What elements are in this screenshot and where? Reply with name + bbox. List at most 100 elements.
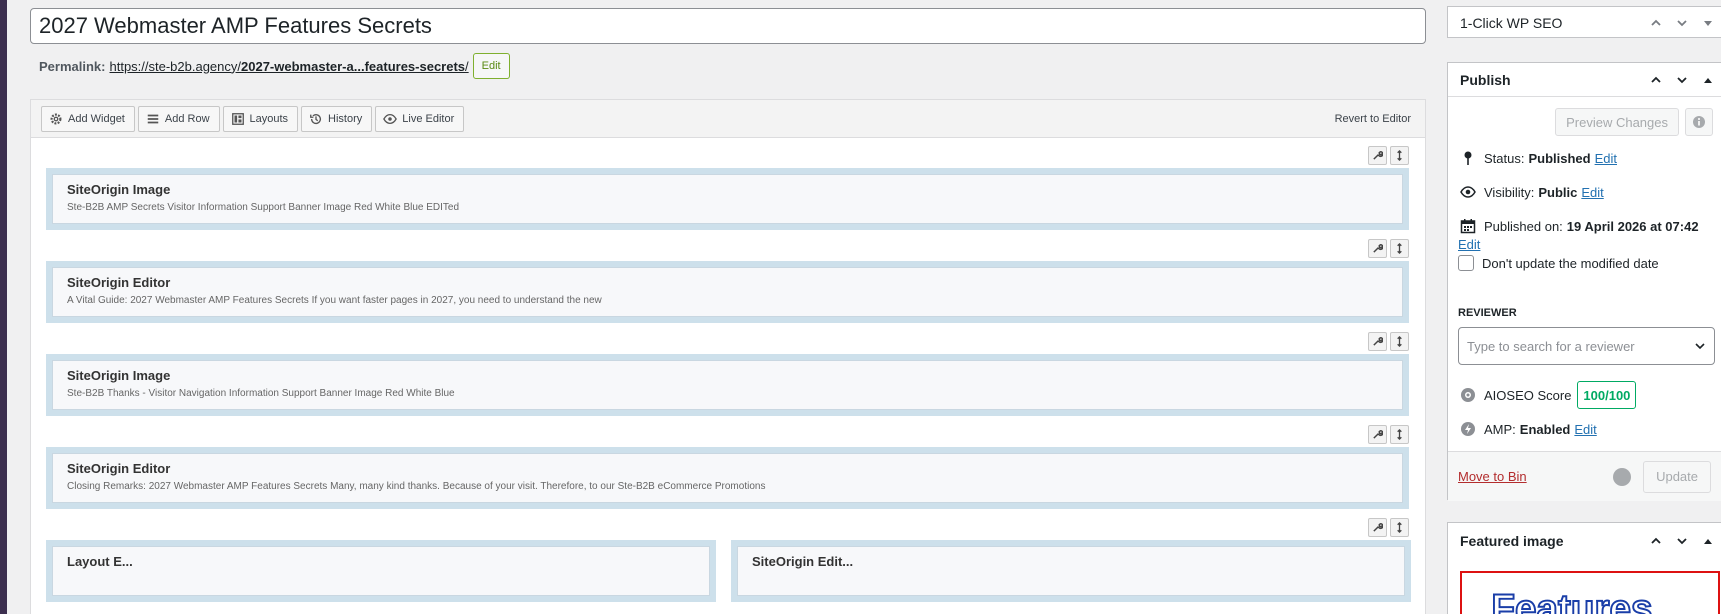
wrench-icon — [1373, 151, 1383, 160]
row-move-button[interactable] — [1390, 518, 1409, 537]
menu-lines-icon — [147, 114, 159, 123]
publish-panel-header: Publish — [1448, 63, 1721, 97]
row-toolbar — [1368, 146, 1409, 165]
toggle-panel-button[interactable] — [1695, 67, 1721, 93]
layout-grid-icon — [231, 112, 244, 125]
move-up-button[interactable] — [1643, 10, 1669, 36]
permalink-slug: 2027-webmaster-a...features-secrets — [241, 58, 466, 74]
aioseo-score-row: AIOSEO Score 100/100 — [1458, 381, 1637, 409]
move-icon — [1397, 243, 1402, 254]
widget-description: Closing Remarks: 2027 Webmaster AMP Feat… — [67, 481, 766, 492]
permalink-edit-button[interactable]: Edit — [472, 53, 510, 79]
row-toolbar — [1368, 425, 1409, 444]
visibility-value: Public — [1538, 184, 1578, 200]
post-title-field[interactable] — [30, 8, 1426, 44]
info-icon — [1693, 116, 1705, 128]
builder-row: SiteOrigin Editor A Vital Guide: 2027 We… — [46, 261, 1409, 323]
move-up-button[interactable] — [1643, 67, 1669, 93]
caret-up-icon — [1704, 77, 1712, 83]
widget-card[interactable]: SiteOrigin Image Ste-B2B Thanks - Visito… — [52, 360, 1403, 410]
history-button[interactable]: History — [301, 105, 373, 132]
reviewer-select[interactable]: Type to search for a reviewer — [1458, 327, 1715, 365]
move-down-button[interactable] — [1669, 528, 1695, 554]
layouts-button[interactable]: Layouts — [222, 105, 299, 132]
builder-row-column: Layout E... — [46, 540, 716, 602]
status-edit-link[interactable]: Edit — [1595, 151, 1617, 166]
eye-icon — [383, 113, 398, 124]
widget-title: SiteOrigin Editor — [67, 275, 171, 290]
permalink-link[interactable]: https://ste-b2b.agency/2027-webmaster-a.… — [109, 59, 468, 74]
row-edit-button[interactable] — [1368, 425, 1387, 444]
permalink-trailing: / — [465, 58, 469, 74]
widget-card[interactable]: SiteOrigin Edit... — [737, 546, 1405, 596]
row-edit-button[interactable] — [1368, 518, 1387, 537]
move-down-button[interactable] — [1669, 10, 1695, 36]
move-icon — [1397, 429, 1402, 440]
amp-bolt-icon — [1461, 422, 1475, 436]
reviewer-placeholder: Type to search for a reviewer — [1467, 338, 1635, 354]
add-widget-button[interactable]: Add Widget — [41, 105, 135, 132]
widget-title: SiteOrigin Image — [67, 368, 171, 383]
row-toolbar — [1368, 518, 1409, 537]
preview-changes-button[interactable]: Preview Changes — [1555, 108, 1679, 136]
wrench-icon — [1373, 337, 1383, 346]
row-move-button[interactable] — [1390, 332, 1409, 351]
dont-update-label: Don't update the modified date — [1482, 255, 1659, 271]
pin-icon — [1464, 151, 1472, 165]
toggle-panel-button[interactable] — [1695, 10, 1721, 36]
featured-image-thumbnail[interactable]: Features — [1460, 571, 1720, 614]
update-button[interactable]: Update — [1643, 460, 1711, 493]
move-icon — [1397, 150, 1402, 161]
row-toolbar — [1368, 332, 1409, 351]
publish-panel: Publish Preview Changes Status: Publishe… — [1447, 62, 1721, 501]
row-move-button[interactable] — [1390, 239, 1409, 258]
permalink-label: Permalink: — [39, 58, 106, 74]
dont-update-checkbox[interactable] — [1458, 255, 1474, 271]
status-row: Status: Published Edit — [1458, 150, 1617, 166]
permalink-row: Permalink: https://ste-b2b.agency/2027-w… — [39, 53, 510, 79]
move-icon — [1397, 522, 1402, 533]
live-editor-button[interactable]: Live Editor — [375, 105, 465, 132]
preview-info-button[interactable] — [1685, 108, 1713, 136]
featured-image-header: Featured image — [1448, 523, 1721, 559]
row-edit-button[interactable] — [1368, 332, 1387, 351]
widget-description: A Vital Guide: 2027 Webmaster AMP Featur… — [67, 295, 602, 306]
widget-card[interactable]: SiteOrigin Editor Closing Remarks: 2027 … — [52, 453, 1403, 503]
widget-card[interactable]: SiteOrigin Image Ste-B2B AMP Secrets Vis… — [52, 174, 1403, 224]
reviewer-label: REVIEWER — [1458, 307, 1517, 319]
builder-row-column: SiteOrigin Edit... — [731, 540, 1411, 602]
widget-title: SiteOrigin Image — [67, 182, 171, 197]
featured-banner-image: Features — [1464, 573, 1716, 614]
revert-to-editor-link[interactable]: Revert to Editor — [1335, 113, 1415, 125]
amp-value: Enabled — [1519, 421, 1571, 437]
visibility-edit-link[interactable]: Edit — [1581, 185, 1603, 200]
loading-spinner — [1613, 467, 1632, 486]
add-row-button[interactable]: Add Row — [137, 105, 220, 132]
row-edit-button[interactable] — [1368, 239, 1387, 258]
chevron-down-icon — [1677, 538, 1687, 545]
move-up-button[interactable] — [1643, 528, 1669, 554]
visibility-row: Visibility: Public Edit — [1458, 184, 1604, 200]
widget-card[interactable]: SiteOrigin Editor A Vital Guide: 2027 We… — [52, 267, 1403, 317]
toggle-panel-button[interactable] — [1695, 528, 1721, 554]
history-icon — [310, 113, 322, 124]
chevron-down-icon — [1677, 20, 1687, 27]
row-move-button[interactable] — [1390, 146, 1409, 165]
widget-card[interactable]: Layout E... — [52, 546, 710, 596]
publish-panel-title: Publish — [1460, 71, 1511, 88]
move-to-bin-link[interactable]: Move to Bin — [1458, 469, 1527, 484]
featured-image-text: Features — [1491, 587, 1652, 614]
seo-panel-title: 1-Click WP SEO — [1460, 15, 1563, 31]
published-on-edit-link[interactable]: Edit — [1458, 237, 1480, 252]
move-down-button[interactable] — [1669, 67, 1695, 93]
row-move-button[interactable] — [1390, 425, 1409, 444]
row-edit-button[interactable] — [1368, 146, 1387, 165]
add-row-label: Add Row — [164, 112, 210, 125]
amp-edit-link[interactable]: Edit — [1574, 422, 1596, 437]
published-on-row: Published on: 19 April 2026 at 07:42 — [1458, 218, 1703, 234]
calendar-icon — [1460, 219, 1476, 234]
aioseo-score-badge[interactable]: 100/100 — [1577, 381, 1637, 409]
visibility-label: Visibility: — [1484, 184, 1535, 200]
post-title-input[interactable] — [31, 9, 1425, 43]
permalink-base: https://ste-b2b.agency/ — [109, 58, 242, 74]
